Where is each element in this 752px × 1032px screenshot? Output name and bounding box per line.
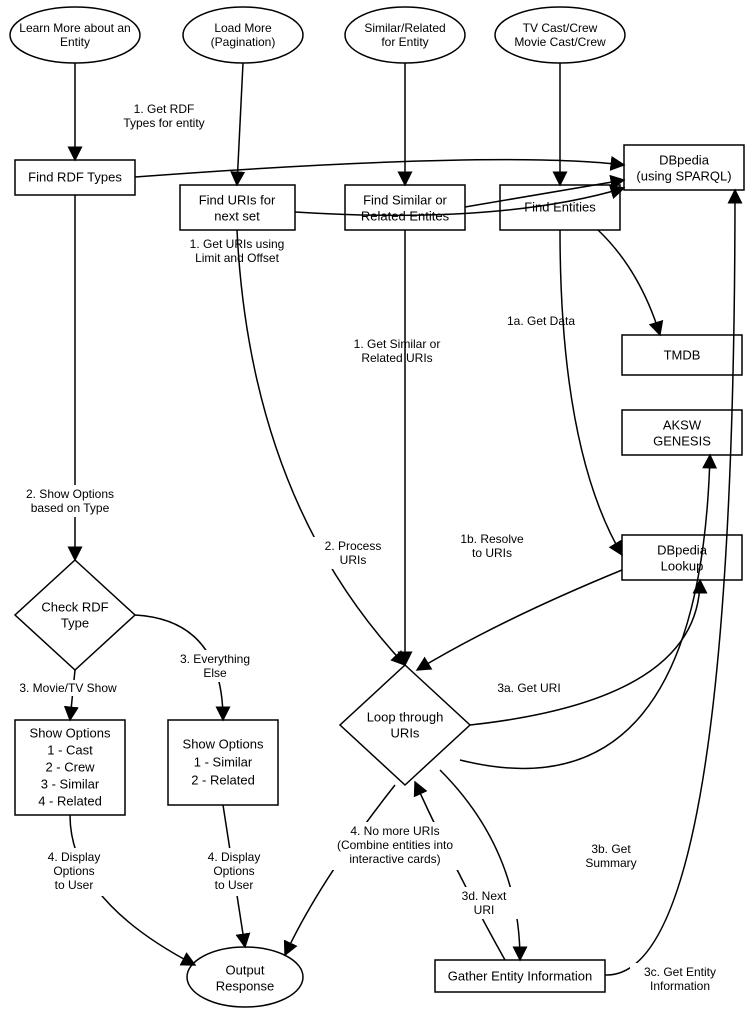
svg-text:1. Get Similar or: 1. Get Similar or [354,337,441,351]
svg-text:3c. Get Entity: 3c. Get Entity [644,965,716,979]
svg-text:Show Options: Show Options [30,725,111,740]
svg-text:Gather Entity Information: Gather Entity Information [448,968,593,983]
proc-out: Output Response [187,947,303,1007]
label-e3: 1. Get Similar or Related URIs [340,335,455,367]
svg-text:Similar/Related: Similar/Related [364,21,445,35]
svg-text:3a. Get URI: 3a. Get URI [497,681,560,695]
svg-text:Lookup: Lookup [661,558,704,573]
svg-text:for Entity: for Entity [381,35,428,49]
svg-text:(Combine entities into: (Combine entities into [337,838,453,852]
label-e1a: 1a. Get Data [500,313,582,329]
proc-findrdf: Find RDF Types [15,160,135,195]
svg-text:URIs: URIs [340,553,367,567]
svg-text:4. No more URIs: 4. No more URIs [350,824,439,838]
svg-text:4. Display: 4. Display [48,850,101,864]
ds-tmdb: TMDB [622,335,742,375]
label-e3d: 3d. Next URI [450,887,518,919]
svg-text:next set: next set [214,208,260,223]
svg-text:Find URIs for: Find URIs for [199,192,276,207]
proc-findsim: Find Similar or Related Entites [345,185,465,230]
label-eShow: 2. Show Options based on Type [15,485,125,517]
svg-text:Type: Type [61,615,89,630]
svg-text:2 - Related: 2 - Related [191,772,255,787]
svg-text:Information: Information [650,979,710,993]
svg-text:Options: Options [53,864,94,878]
svg-text:1. Get RDF: 1. Get RDF [134,102,195,116]
svg-text:Movie Cast/Crew: Movie Cast/Crew [514,35,606,49]
svg-text:3. Movie/TV Show: 3. Movie/TV Show [19,681,117,695]
svg-text:Output: Output [225,962,264,977]
entry-cast: TV Cast/Crew Movie Cast/Crew [495,7,625,63]
svg-text:Show Options: Show Options [183,736,264,751]
label-e1b: 1b. Resolve to URIs [450,530,535,562]
svg-text:TMDB: TMDB [664,347,701,362]
label-e3b: 3b. Get Summary [575,840,647,872]
svg-text:DBpedia: DBpedia [657,542,708,557]
ds-dbpedia: DBpedia (using SPARQL) [624,145,744,190]
svg-text:Related URIs: Related URIs [361,351,432,365]
svg-text:1b. Resolve: 1b. Resolve [460,532,524,546]
svg-text:Loop through: Loop through [367,709,444,724]
svg-text:interactive cards): interactive cards) [349,852,440,866]
svg-text:Learn More about an: Learn More about an [19,21,130,35]
svg-text:to User: to User [55,878,94,892]
proc-optB: Show Options 1 - Similar 2 - Related [168,720,278,805]
entry-similar: Similar/Related for Entity [345,7,465,63]
svg-text:2 - Crew: 2 - Crew [45,759,95,774]
label-eProc: 2. Process URIs [313,537,393,569]
svg-text:(Pagination): (Pagination) [211,35,276,49]
svg-text:3 - Similar: 3 - Similar [41,776,100,791]
svg-text:TV Cast/Crew: TV Cast/Crew [523,21,598,35]
svg-text:Else: Else [203,666,227,680]
svg-text:2. Show Options: 2. Show Options [26,487,114,501]
proc-finduris: Find URIs for next set [180,185,295,230]
entry-load: Load More (Pagination) [183,7,303,63]
svg-text:1 - Cast: 1 - Cast [47,742,93,757]
svg-text:(using SPARQL): (using SPARQL) [636,168,731,183]
label-e1: 1. Get RDF Types for entity [110,100,218,132]
svg-text:based on Type: based on Type [31,501,110,515]
svg-text:to User: to User [215,878,254,892]
svg-text:1a. Get Data: 1a. Get Data [507,314,575,328]
label-eMovie: 3. Movie/TV Show [9,680,127,696]
svg-text:Response: Response [216,978,275,993]
ds-aksw: AKSW GENESIS [622,410,742,455]
svg-text:GENESIS: GENESIS [653,433,711,448]
entry-learn: Learn More about an Entity [10,7,140,63]
label-e3a: 3a. Get URI [490,680,568,696]
proc-gather: Gather Entity Information [435,960,605,992]
svg-text:Find Similar or: Find Similar or [363,192,447,207]
svg-text:3. Everything: 3. Everything [180,652,250,666]
proc-check: Check RDF Type [15,560,135,670]
svg-text:4 - Related: 4 - Related [38,793,102,808]
label-e4b: 4. Display Options to User [197,848,272,896]
svg-text:4. Display: 4. Display [208,850,261,864]
svg-text:to URIs: to URIs [472,546,512,560]
label-eNoMore: 4. No more URIs (Combine entities into i… [318,822,473,870]
label-eElse: 3. Everything Else [168,650,263,682]
svg-text:Entity: Entity [60,35,90,49]
svg-text:Types for entity: Types for entity [123,116,204,130]
svg-text:3b. Get: 3b. Get [591,842,631,856]
label-e3c: 3c. Get Entity Information [630,963,730,995]
svg-text:Load More: Load More [214,21,272,35]
proc-loop: Loop through URIs [340,665,470,785]
svg-text:Options: Options [213,864,254,878]
proc-findent: Find Entities [500,185,620,230]
svg-text:3d. Next: 3d. Next [462,889,507,903]
svg-text:DBpedia: DBpedia [659,152,710,167]
proc-optA: Show Options 1 - Cast 2 - Crew 3 - Simil… [15,720,125,815]
svg-text:AKSW: AKSW [663,417,702,432]
label-e4a: 4. Display Options to User [37,848,112,896]
svg-text:Find RDF Types: Find RDF Types [28,169,122,184]
svg-text:URI: URI [474,903,495,917]
svg-text:URIs: URIs [391,725,420,740]
svg-text:1 - Similar: 1 - Similar [194,754,253,769]
svg-text:2. Process: 2. Process [325,539,382,553]
svg-text:Check RDF: Check RDF [41,599,108,614]
svg-text:Summary: Summary [585,856,636,870]
svg-text:Limit and Offset: Limit and Offset [195,251,279,265]
